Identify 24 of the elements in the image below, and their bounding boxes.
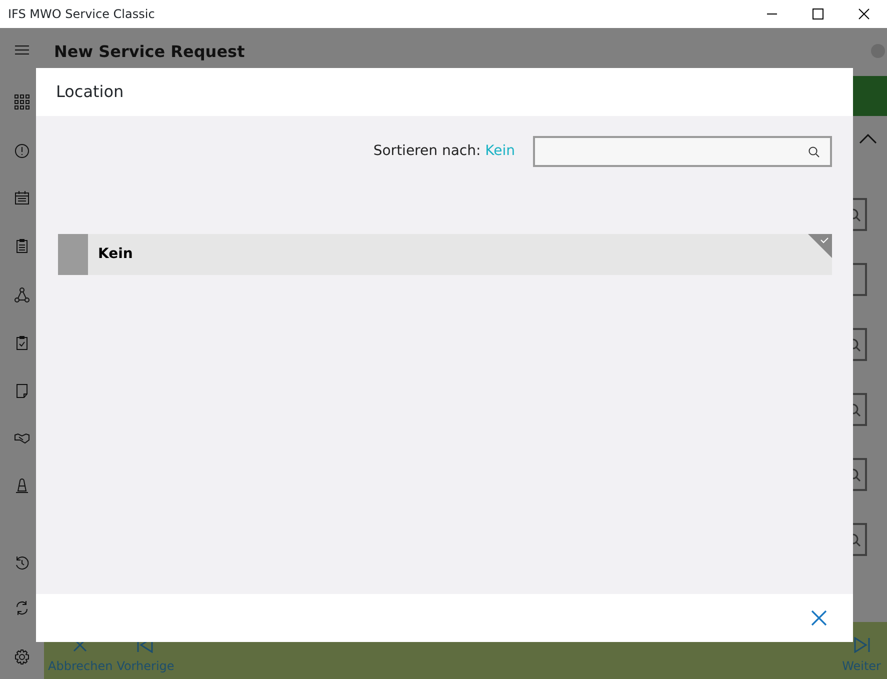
cone-icon[interactable]: [14, 478, 30, 494]
list-item[interactable]: Kein: [58, 234, 832, 275]
history-icon[interactable]: [14, 555, 30, 571]
alert-icon[interactable]: [14, 143, 30, 159]
selected-check-icon: [808, 234, 832, 258]
network-icon[interactable]: [14, 287, 30, 303]
dialog-title: Location: [56, 81, 124, 103]
apps-icon[interactable]: [14, 94, 30, 110]
maximize-icon: [812, 8, 824, 20]
collapse-icon[interactable]: [859, 134, 877, 144]
window-title: IFS MWO Service Classic: [7, 6, 156, 23]
note-icon[interactable]: [14, 383, 30, 399]
page-title: New Service Request: [54, 41, 245, 63]
close-icon: [858, 8, 870, 20]
skip-forward-icon: [852, 637, 872, 653]
clipboard-icon[interactable]: [14, 238, 30, 254]
clipboard-check-icon[interactable]: [14, 335, 30, 351]
calendar-icon[interactable]: [14, 190, 30, 206]
sync-icon[interactable]: [14, 600, 30, 616]
next-button[interactable]: Weiter: [840, 637, 883, 675]
search-field[interactable]: [533, 136, 832, 167]
search-icon: [808, 146, 820, 158]
sort-label: Sortieren nach: Kein: [373, 142, 515, 161]
settings-icon[interactable]: [14, 649, 30, 665]
